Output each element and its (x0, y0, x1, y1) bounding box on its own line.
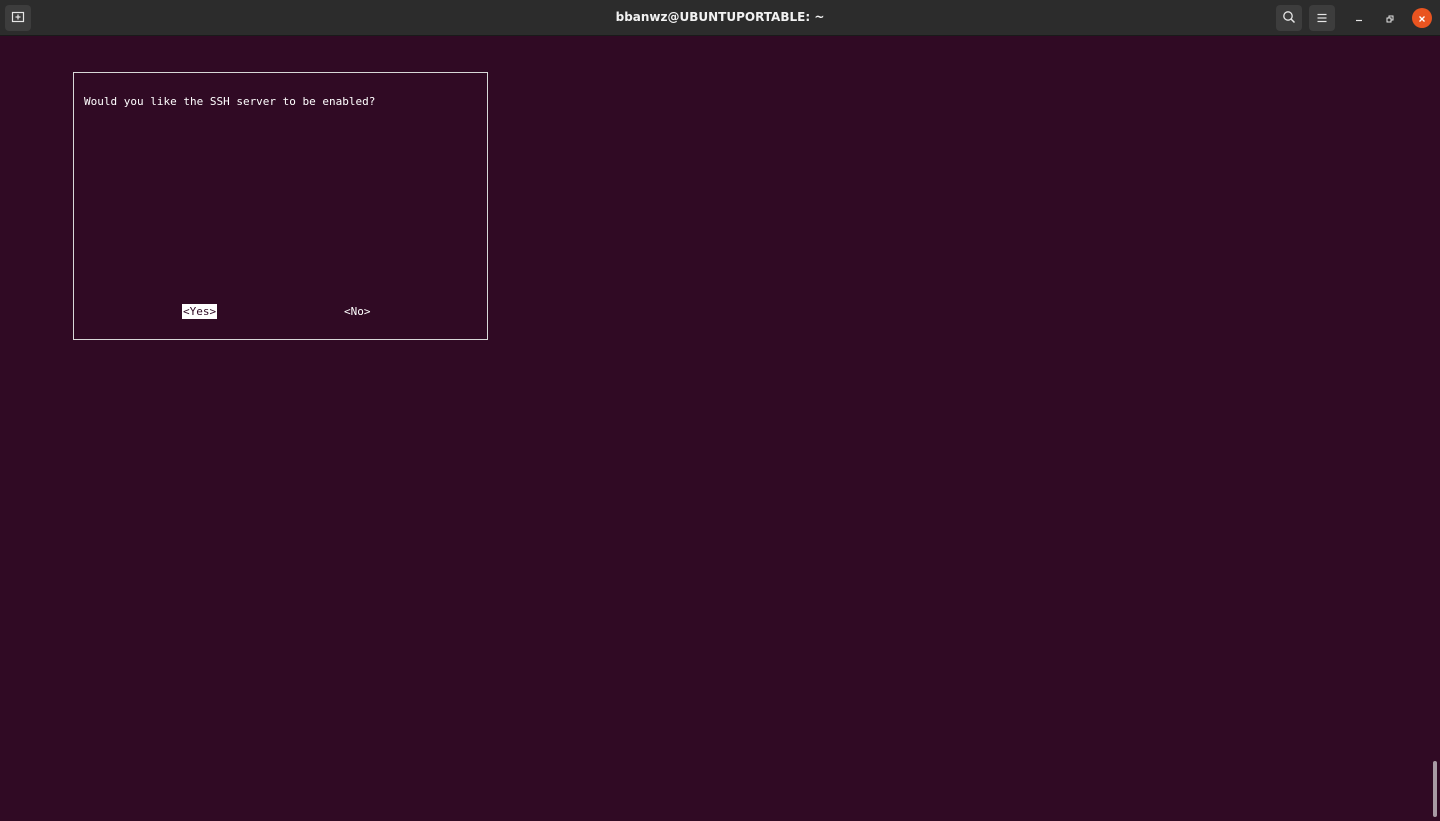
new-tab-button[interactable] (5, 5, 31, 31)
search-button[interactable] (1276, 5, 1302, 31)
search-icon (1282, 9, 1296, 28)
title-bar: bbanwz@UBUNTUPORTABLE: ~ (0, 0, 1440, 36)
close-icon (1417, 9, 1427, 28)
maximize-button[interactable] (1380, 8, 1400, 28)
new-tab-icon (11, 9, 25, 28)
ssh-dialog: Would you like the SSH server to be enab… (73, 72, 488, 340)
maximize-icon (1385, 9, 1395, 28)
menu-button[interactable] (1309, 5, 1335, 31)
yes-button[interactable]: <Yes> (182, 304, 218, 319)
scrollbar-thumb[interactable] (1433, 761, 1437, 817)
minimize-icon (1354, 9, 1364, 28)
dialog-question: Would you like the SSH server to be enab… (84, 95, 376, 108)
no-button[interactable]: <No> (344, 304, 371, 319)
scrollbar[interactable] (1430, 37, 1440, 821)
close-button[interactable] (1412, 8, 1432, 28)
terminal-area[interactable]: Would you like the SSH server to be enab… (0, 37, 1440, 821)
hamburger-menu-icon (1316, 9, 1328, 28)
minimize-button[interactable] (1349, 8, 1369, 28)
window-title: bbanwz@UBUNTUPORTABLE: ~ (615, 10, 825, 24)
terminal-window: bbanwz@UBUNTUPORTABLE: ~ Would you like … (0, 0, 1440, 821)
